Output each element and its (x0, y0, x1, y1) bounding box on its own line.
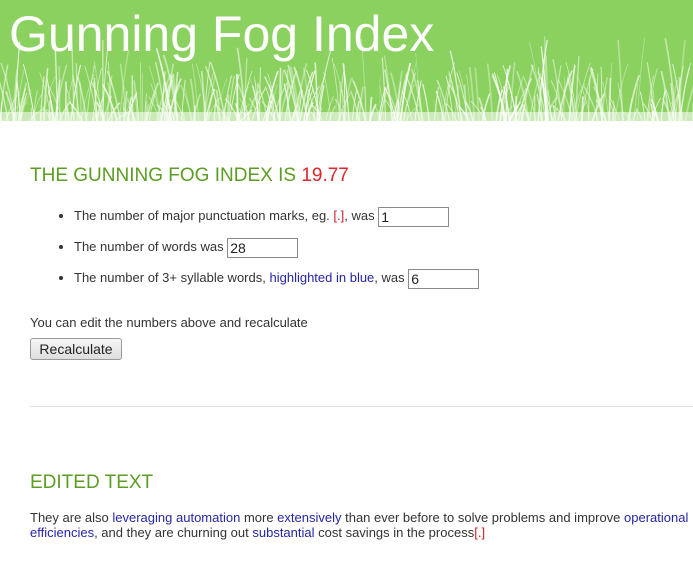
complex-word: leveraging (112, 510, 173, 525)
fog-index-result: THE GUNNING FOG INDEX IS 19.77 (30, 165, 349, 187)
page-title: Gunning Fog Index (9, 6, 435, 62)
text-segment: They are also (30, 510, 113, 525)
edited-text-body: They are also leveraging automation more… (30, 510, 693, 540)
complex-word: extensively (277, 510, 342, 525)
fog-index-score: 19.77 (301, 165, 349, 186)
list-item-punctuation: The number of major punctuation marks, e… (74, 204, 479, 235)
punctuation-label: The number of major punctuation marks, e… (74, 208, 330, 223)
section-divider (30, 406, 693, 407)
syllables-was: , was (374, 270, 405, 285)
word-count-input[interactable] (227, 237, 299, 258)
complex-word: efficiencies (30, 525, 95, 540)
text-segment: cost savings in the process (314, 525, 475, 540)
punctuation-count-input[interactable] (378, 206, 450, 227)
words-label: The number of words was (74, 239, 224, 254)
complex-word: operational (624, 510, 689, 525)
punctuation-example: [.] (333, 208, 345, 223)
list-item-words: The number of words was (74, 235, 479, 266)
complex-word-count-input[interactable] (408, 268, 480, 289)
list-item-syllables: The number of 3+ syllable words, highlig… (74, 266, 480, 297)
edited-text-heading: EDITED TEXT (30, 472, 154, 493)
punctuation-was: , was (344, 208, 375, 223)
punctuation-mark: [.] (474, 525, 486, 540)
recalculate-button[interactable]: Recalculate (30, 338, 122, 360)
complex-word: substantial (252, 525, 315, 540)
header-banner: Gunning Fog Index (0, 0, 693, 121)
syllables-label: The number of 3+ syllable words, (74, 270, 266, 285)
stats-list: The number of major punctuation marks, e… (30, 204, 480, 297)
result-label: THE GUNNING FOG INDEX IS (30, 165, 297, 186)
syllables-highlight-note: highlighted in blue (269, 270, 375, 285)
text-segment: , and they are churning out (94, 525, 253, 540)
complex-word: automation (176, 510, 241, 525)
text-segment: than ever before to solve problems and i… (341, 510, 625, 525)
edit-note: You can edit the numbers above and recal… (30, 315, 308, 330)
text-segment: more (240, 510, 278, 525)
